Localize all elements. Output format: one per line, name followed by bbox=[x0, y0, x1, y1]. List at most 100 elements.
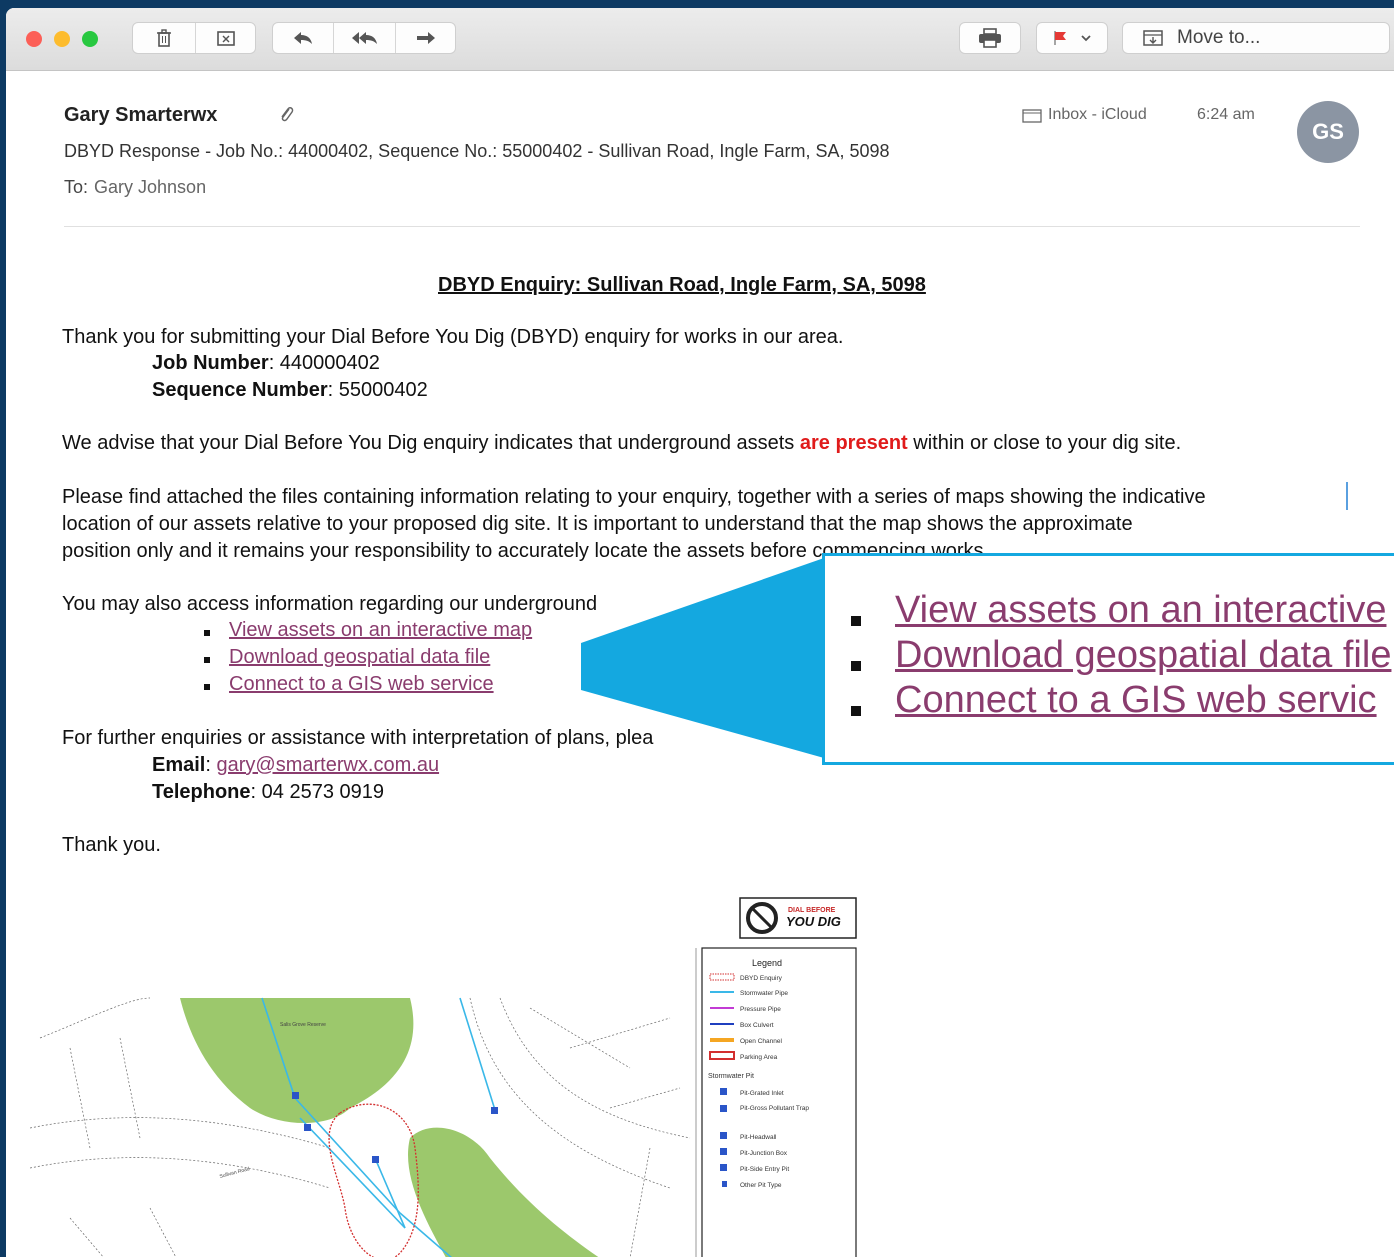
stormwater-pipe bbox=[374, 1157, 406, 1229]
move-to-label: Move to... bbox=[1177, 27, 1261, 48]
stormwater-pipe bbox=[299, 1117, 406, 1229]
sequence-number-value: : 55000402 bbox=[327, 379, 428, 401]
legend-pit-item: Other Pit Type bbox=[740, 1182, 782, 1189]
forward-button[interactable] bbox=[395, 23, 456, 53]
geospatial-data-link[interactable]: Download geospatial data file bbox=[229, 646, 490, 669]
job-number: Job Number: 440000402 bbox=[152, 352, 380, 375]
callout-interactive-map-link[interactable]: View assets on an interactive bbox=[895, 589, 1386, 632]
map-label: Sullivan Road bbox=[219, 1166, 251, 1180]
gis-web-service-link[interactable]: Connect to a GIS web service bbox=[229, 673, 494, 696]
job-number-value: : 440000402 bbox=[268, 352, 380, 374]
delete-button[interactable] bbox=[133, 23, 195, 53]
legend-item: Pressure Pipe bbox=[740, 1006, 781, 1013]
red-flag-icon bbox=[1054, 31, 1066, 45]
legend-pit-swatch bbox=[720, 1164, 727, 1171]
reply-icon bbox=[294, 32, 312, 44]
further-enquiries-text: For further enquiries or assistance with… bbox=[62, 727, 654, 749]
close-window-button[interactable] bbox=[26, 31, 42, 47]
attachment-para-line2: location of our assets relative to your … bbox=[62, 513, 1133, 535]
advise-text: We advise that your Dial Before You Dig … bbox=[62, 432, 1181, 455]
bullet bbox=[204, 684, 210, 690]
legend-pit-swatch bbox=[720, 1132, 727, 1139]
legend-pit-swatch bbox=[720, 1105, 727, 1112]
mail-window: Move to... Gary Smarterwx DBYD Response … bbox=[6, 8, 1394, 1257]
telephone-label: Telephone bbox=[152, 781, 251, 803]
email-subject: DBYD Response - Job No.: 44000402, Seque… bbox=[64, 141, 890, 161]
sender-avatar: GS bbox=[1297, 101, 1359, 163]
paperclip-icon bbox=[281, 107, 294, 122]
legend-item: Parking Area bbox=[740, 1054, 778, 1061]
forward-arrow-icon bbox=[417, 32, 435, 44]
email-colon: : bbox=[205, 754, 217, 776]
print-button[interactable] bbox=[959, 22, 1021, 54]
callout-gis-web-service-link[interactable]: Connect to a GIS web servic bbox=[895, 679, 1377, 722]
email-label: Email bbox=[152, 754, 206, 776]
to-label: To: bbox=[64, 177, 89, 197]
legend-pit-item: Pit-Side Entry Pit bbox=[740, 1166, 789, 1173]
inbox-icon bbox=[1022, 109, 1042, 123]
legend-pit-item: Pit-Junction Box bbox=[740, 1150, 788, 1157]
stormwater-pit bbox=[304, 1124, 311, 1131]
advise-post: within or close to your dig site. bbox=[907, 432, 1182, 454]
callout-geospatial-data-link[interactable]: Download geospatial data file bbox=[895, 634, 1391, 677]
email-link[interactable]: gary@smarterwx.com.au bbox=[216, 754, 439, 776]
move-to-folder-icon bbox=[1143, 30, 1163, 46]
legend-pit-swatch bbox=[720, 1148, 727, 1155]
recipient-name: Gary Johnson bbox=[94, 177, 207, 197]
legend-pits-title: Stormwater Pit bbox=[708, 1073, 754, 1080]
toolbar: Move to... bbox=[6, 8, 1394, 71]
legend-pit-item: Pit-Grated Inlet bbox=[740, 1090, 784, 1097]
access-text: You may also access information regardin… bbox=[62, 593, 598, 615]
zoom-callout: View assets on an interactive Download g… bbox=[822, 553, 1394, 765]
logo-line1: DIAL BEFORE bbox=[788, 907, 836, 914]
recipient-line: To: Gary Johnson bbox=[64, 177, 206, 198]
contact-telephone: Telephone: 04 2573 0919 bbox=[152, 781, 384, 804]
legend-pit-swatch bbox=[720, 1088, 727, 1095]
trash-icon bbox=[157, 29, 171, 47]
callout-bullet bbox=[851, 616, 861, 626]
reply-button[interactable] bbox=[273, 23, 333, 53]
map-label: Salis Grove Reserve bbox=[280, 1022, 326, 1028]
reply-all-icon bbox=[352, 32, 377, 44]
park-area bbox=[180, 998, 414, 1123]
printer-icon bbox=[979, 28, 1001, 48]
park-area bbox=[408, 1127, 599, 1257]
reply-all-button[interactable] bbox=[333, 23, 396, 53]
sender-name: Gary Smarterwx bbox=[64, 104, 218, 126]
telephone-value: : 04 2573 0919 bbox=[250, 781, 384, 803]
advise-pre: We advise that your Dial Before You Dig … bbox=[62, 432, 800, 454]
received-time: 6:24 am bbox=[1197, 106, 1255, 123]
legend-item: Box Culvert bbox=[740, 1022, 774, 1029]
dbyd-enquiry-boundary bbox=[328, 1103, 419, 1257]
move-to-button[interactable]: Move to... bbox=[1122, 22, 1390, 54]
thank-you-text: Thank you. bbox=[62, 834, 161, 856]
chevron-down-icon bbox=[1081, 35, 1091, 42]
minimize-window-button[interactable] bbox=[54, 31, 70, 47]
dbyd-logo: DIAL BEFORE YOU DIG bbox=[739, 897, 857, 939]
legend-item: Stormwater Pipe bbox=[740, 990, 788, 997]
stormwater-pipe bbox=[294, 1097, 401, 1214]
flag-button[interactable] bbox=[1036, 22, 1108, 54]
text-cursor bbox=[1346, 482, 1348, 510]
assets-present-highlight: are present bbox=[799, 432, 908, 454]
asset-map-image: DIAL BEFORE YOU DIG Legend DBYD Enquiry … bbox=[30, 897, 857, 1257]
reply-group bbox=[272, 22, 456, 54]
zoom-window-button[interactable] bbox=[82, 31, 98, 47]
delete-archive-group bbox=[132, 22, 256, 54]
archive-button[interactable] bbox=[195, 23, 256, 53]
sequence-number: Sequence Number: 55000402 bbox=[152, 379, 428, 402]
stormwater-pit bbox=[292, 1092, 299, 1099]
attachment-para-line1: Please find attached the files containin… bbox=[62, 486, 1206, 508]
legend-item: Open Channel bbox=[740, 1038, 782, 1045]
interactive-map-link[interactable]: View assets on an interactive map bbox=[229, 619, 532, 642]
job-number-label: Job Number bbox=[152, 352, 269, 374]
header-divider bbox=[64, 226, 1360, 227]
callout-bullet bbox=[851, 661, 861, 671]
stormwater-pit bbox=[491, 1107, 498, 1114]
contact-email: Email: gary@smarterwx.com.au bbox=[152, 754, 439, 777]
bullet bbox=[204, 657, 210, 663]
callout-bullet bbox=[851, 706, 861, 716]
mailbox-name[interactable]: Inbox - iCloud bbox=[1048, 106, 1147, 124]
legend-title: Legend bbox=[752, 958, 782, 968]
legend-item: DBYD Enquiry bbox=[740, 975, 783, 982]
